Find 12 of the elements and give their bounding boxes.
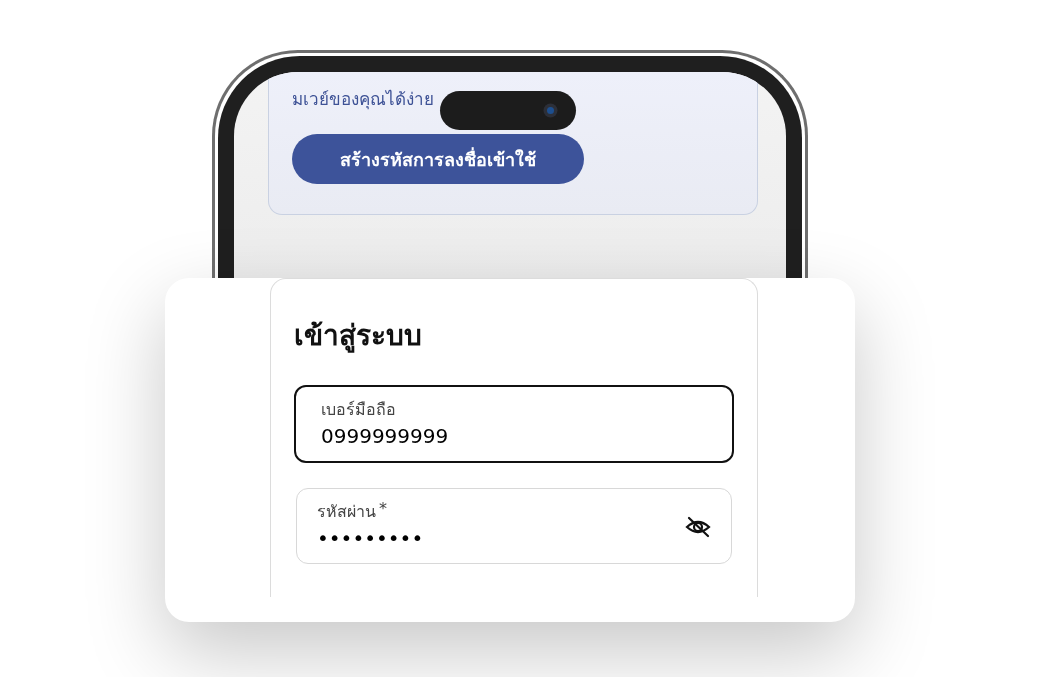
field-label: เบอร์มือถือ: [321, 399, 396, 421]
field-value: •••••••••: [317, 526, 425, 550]
create-passkey-button[interactable]: สร้างรหัสการลงชื่อเข้าใช้: [292, 134, 584, 184]
login-title: เข้าสู่ระบบ: [294, 318, 423, 355]
eye-off-icon[interactable]: [685, 516, 711, 538]
field-value: 0999999999: [321, 424, 450, 448]
info-text: มเวย์ของคุณได้ง่าย: [292, 88, 434, 112]
password-field[interactable]: รหัสผ่าน * •••••••••: [296, 488, 732, 564]
camera-icon: [543, 103, 558, 118]
phone-field[interactable]: เบอร์มือถือ 0999999999: [294, 385, 734, 463]
field-label: รหัสผ่าน: [317, 501, 376, 523]
required-mark: *: [379, 499, 387, 520]
